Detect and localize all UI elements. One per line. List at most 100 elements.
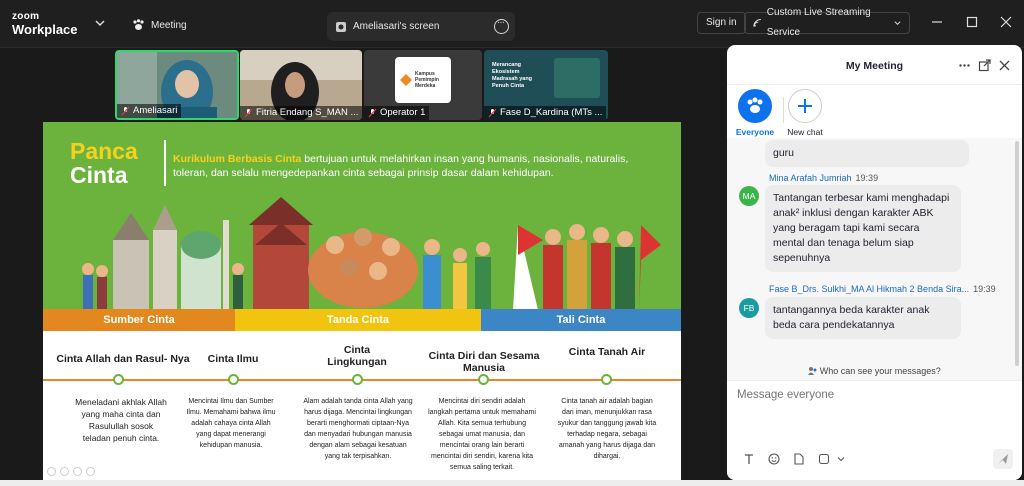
title-divider bbox=[164, 140, 166, 186]
plus-icon bbox=[798, 99, 812, 113]
screenshot-icon[interactable] bbox=[818, 453, 830, 465]
new-chat-button[interactable]: New chat bbox=[783, 89, 827, 137]
timeline-dot bbox=[352, 374, 363, 385]
timeline-dot bbox=[478, 374, 489, 385]
participant-video-ameliasari[interactable]: Ameliasari bbox=[115, 50, 239, 120]
slide-controls bbox=[47, 467, 95, 476]
brand-workplace: Workplace bbox=[12, 22, 78, 37]
col-body-5: Cinta tanah air adalah bagian dari iman,… bbox=[557, 398, 657, 460]
bottom-strip bbox=[0, 480, 1024, 486]
message-sender: Mina Arafah Jumriah 19:39 bbox=[769, 173, 878, 183]
sender-name: Fase B_Drs. Sulkhi_MA Al Hikmah 2 Benda … bbox=[769, 284, 970, 294]
close-icon[interactable] bbox=[999, 15, 1013, 29]
participant-video-kardina[interactable]: Merancang Ekosistem Madrasah yang Penuh … bbox=[484, 50, 608, 120]
shared-screen-slide[interactable]: Panca Cinta Kurikulum Berbasis Cinta ber… bbox=[43, 122, 681, 480]
mic-muted-icon bbox=[488, 108, 497, 118]
zoom-icon[interactable] bbox=[86, 467, 95, 476]
timeline-dot bbox=[113, 374, 124, 385]
col-body-4: Mencintai diri sendiri adalah langkah pe… bbox=[428, 398, 536, 471]
participant-name: Operator 1 bbox=[364, 106, 430, 120]
slide-title-panca: Panca bbox=[70, 138, 138, 164]
minimize-icon[interactable] bbox=[930, 15, 944, 29]
slide-title-cinta: Cinta bbox=[70, 162, 128, 188]
slide-line: Penuh Cinta bbox=[492, 83, 525, 89]
band-sumber-cinta: Sumber Cinta bbox=[43, 309, 235, 331]
avatar: MA bbox=[739, 186, 759, 206]
zoom-window: zoom Workplace Meeting Ameliasari's scre… bbox=[0, 0, 1024, 486]
col-title-1: Cinta Allah dan Rasul- Nya bbox=[56, 353, 190, 365]
col-body-1: Meneladani akhlak Allah yang maha cinta … bbox=[75, 397, 167, 443]
kampus-merdeka-logo: Kampus Pemimpin Merdeka bbox=[395, 57, 451, 103]
new-chat-label: New chat bbox=[787, 127, 823, 137]
mic-muted-icon bbox=[121, 106, 130, 116]
more-icon[interactable] bbox=[958, 59, 971, 72]
send-icon bbox=[998, 454, 1008, 464]
timeline-dot bbox=[228, 374, 239, 385]
chevron-down-icon[interactable] bbox=[94, 17, 106, 29]
message-bubble: tantangannya beda karakter anak beda car… bbox=[765, 297, 961, 339]
logo-text: Merdeka bbox=[415, 83, 436, 89]
everyone-label: Everyone bbox=[735, 127, 775, 137]
message-bubble: Tantangan terbesar kami menghadapi anak²… bbox=[765, 185, 961, 272]
chevron-down-icon bbox=[894, 21, 901, 26]
close-icon[interactable] bbox=[998, 59, 1011, 72]
message-sender: Fase B_Drs. Sulkhi_MA Al Hikmah 2 Benda … bbox=[769, 284, 996, 294]
mic-muted-icon bbox=[244, 108, 253, 118]
paw-icon bbox=[133, 19, 144, 30]
chat-header: My Meeting bbox=[727, 45, 1022, 85]
next-slide-icon[interactable] bbox=[60, 467, 69, 476]
tab-meeting[interactable]: Meeting bbox=[132, 19, 187, 31]
people-icon bbox=[808, 367, 817, 375]
everyone-avatar bbox=[738, 89, 772, 123]
slide-line: Madrasah yang bbox=[492, 76, 533, 82]
chevron-down-icon[interactable] bbox=[835, 453, 847, 465]
col-body-2: Mencintai Ilmu dan Sumber Ilmu. Memahami… bbox=[186, 398, 276, 449]
message-time: 19:39 bbox=[973, 284, 996, 294]
logo-icon bbox=[400, 74, 412, 86]
live-stream-button[interactable]: Custom Live Streaming Service bbox=[744, 7, 910, 38]
prev-slide-icon[interactable] bbox=[47, 467, 56, 476]
text-format-icon[interactable] bbox=[743, 453, 755, 465]
screen-share-icon bbox=[336, 21, 346, 32]
timeline-dot bbox=[601, 374, 612, 385]
who-can-see-text: Who can see your messages? bbox=[819, 366, 941, 376]
participant-video-fitria[interactable]: Fitria Endang S_MAN ... bbox=[240, 50, 362, 120]
recipient-everyone[interactable]: Everyone bbox=[735, 89, 775, 137]
slide-line: Ekosistem bbox=[492, 69, 520, 75]
chat-scrollbar[interactable] bbox=[1015, 141, 1019, 366]
send-button[interactable] bbox=[993, 449, 1013, 469]
participant-name: Ameliasari bbox=[117, 104, 182, 118]
slide-line: Merancang bbox=[492, 62, 522, 68]
maximize-icon[interactable] bbox=[965, 15, 979, 29]
brand-zoom: zoom bbox=[12, 11, 40, 22]
message-input[interactable] bbox=[737, 389, 1012, 401]
file-icon[interactable] bbox=[793, 453, 805, 465]
avatar: FB bbox=[739, 298, 759, 318]
chat-panel: My Meeting Everyone New chat guru Mina A… bbox=[727, 45, 1022, 480]
sign-in-button[interactable]: Sign in bbox=[697, 12, 746, 34]
participant-name-text: Fase D_Kardina (MTs ... bbox=[500, 107, 603, 118]
slide-description: Kurikulum Berbasis Cinta bertujuan untuk… bbox=[173, 152, 663, 180]
band-tali-cinta: Tali Cinta bbox=[481, 309, 681, 331]
tab-shared-screen[interactable]: Ameliasari's screen bbox=[327, 12, 515, 41]
pen-icon[interactable] bbox=[73, 467, 82, 476]
col-title-5: Cinta Tanah Air bbox=[568, 346, 646, 358]
zoom-workplace-logo[interactable]: zoom Workplace bbox=[12, 11, 78, 37]
pop-out-icon[interactable] bbox=[978, 59, 991, 72]
col-title-4: Cinta Diri dan Sesama Manusia bbox=[428, 350, 540, 374]
who-can-see-link[interactable]: Who can see your messages? bbox=[727, 366, 1022, 376]
emoji-icon[interactable] bbox=[768, 453, 780, 465]
participant-name-text: Operator 1 bbox=[380, 107, 426, 118]
slide-picture bbox=[554, 58, 600, 98]
tab-shared-screen-label: Ameliasari's screen bbox=[353, 21, 440, 32]
more-options-icon[interactable] bbox=[494, 17, 509, 34]
participant-name-text: Ameliasari bbox=[133, 105, 178, 116]
col-body-3: Alam adalah tanda cinta Allah yang harus… bbox=[303, 398, 413, 460]
col-title-2: Cinta Ilmu bbox=[207, 353, 259, 365]
message-time: 19:39 bbox=[855, 173, 879, 183]
description-highlight: Kurikulum Berbasis Cinta bbox=[173, 153, 302, 165]
col-title-3: Cinta Lingkungan bbox=[327, 344, 387, 368]
message-bubble: guru bbox=[765, 140, 969, 167]
live-stream-label: Custom Live Streaming Service bbox=[766, 7, 871, 38]
participant-video-operator[interactable]: Kampus Pemimpin Merdeka Operator 1 bbox=[364, 50, 482, 120]
